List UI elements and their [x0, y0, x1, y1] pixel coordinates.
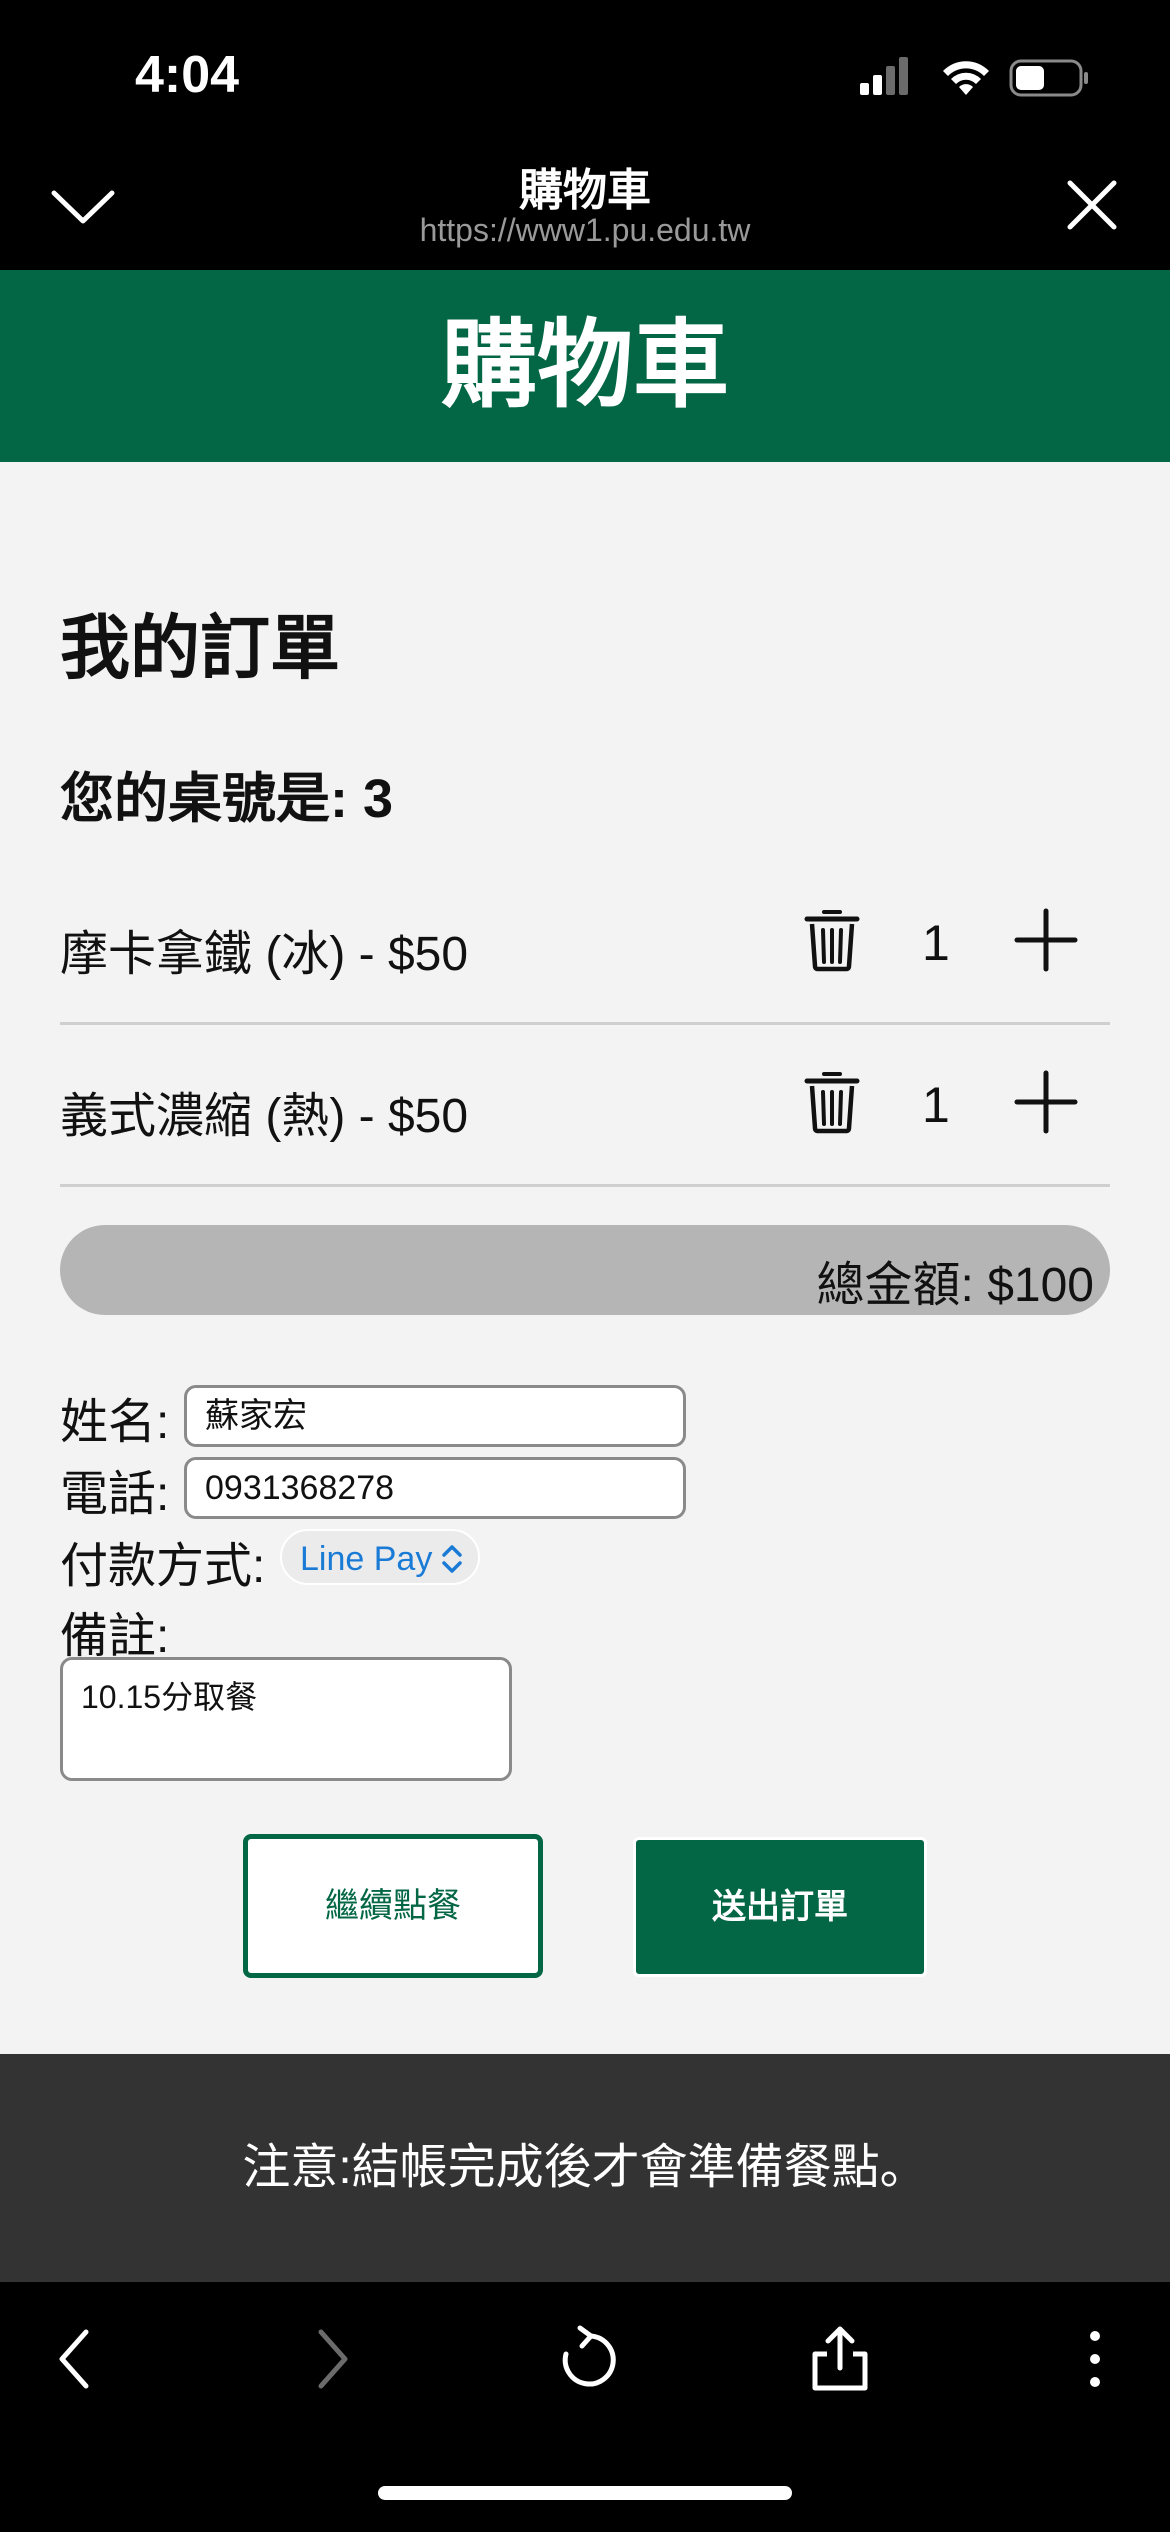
notes-label: 備註: [60, 1610, 170, 1663]
more-options-button[interactable] [1060, 2324, 1130, 2394]
payment-select[interactable]: Line Pay [280, 1529, 480, 1585]
close-button[interactable] [1062, 175, 1122, 235]
plus-icon [1014, 1070, 1078, 1134]
plus-icon [1014, 908, 1078, 972]
item-quantity: 1 [922, 915, 950, 971]
banner-title: 購物車 [441, 312, 729, 419]
total-bar: 總金額: $100 [60, 1225, 1110, 1315]
browser-header: 購物車 https://www1.pu.edu.tw [0, 150, 1170, 270]
more-vertical-icon [1090, 2331, 1100, 2387]
name-label: 姓名: [60, 1396, 170, 1449]
notice-text: 注意:結帳完成後才會準備餐點。 [242, 2141, 928, 2194]
home-indicator[interactable] [378, 2486, 792, 2500]
cart-item-row: 摩卡拿鐵 (冰) - $50 1 [60, 862, 1110, 1025]
orders-heading: 我的訂單 [60, 609, 340, 687]
table-number-label: 您的桌號是: 3 [60, 769, 394, 829]
notice-bar: 注意:結帳完成後才會準備餐點。 [0, 2054, 1170, 2282]
phone-input[interactable]: 0931368278 [184, 1457, 686, 1519]
reload-button[interactable] [550, 2324, 620, 2394]
battery-icon [1009, 59, 1088, 97]
payment-label: 付款方式: [60, 1540, 266, 1593]
remove-item-button[interactable] [802, 1068, 862, 1134]
forward-button[interactable] [295, 2324, 365, 2394]
status-bar: 4:04 [0, 0, 1170, 150]
trash-icon [804, 910, 860, 972]
increase-quantity-button[interactable] [1014, 908, 1078, 972]
increase-quantity-button[interactable] [1014, 1070, 1078, 1134]
page-banner: 購物車 [0, 270, 1170, 462]
cellular-signal-icon [860, 57, 908, 95]
status-time: 4:04 [135, 46, 240, 104]
chevron-left-icon [59, 2329, 89, 2389]
payment-selected-value: Line Pay [300, 1540, 433, 1578]
item-quantity: 1 [922, 1077, 950, 1133]
cart-item-name: 義式濃縮 (熱) - $50 [60, 1090, 469, 1143]
remove-item-button[interactable] [802, 906, 862, 972]
browser-page-title: 購物車 [519, 166, 651, 215]
back-button[interactable] [42, 2324, 112, 2394]
browser-url: https://www1.pu.edu.tw [419, 212, 751, 248]
cart-item-name: 摩卡拿鐵 (冰) - $50 [60, 928, 469, 981]
status-icons [860, 55, 1090, 101]
notes-textarea[interactable]: 10.15分取餐 [60, 1657, 512, 1781]
chevron-right-icon [318, 2329, 348, 2389]
wifi-icon [943, 61, 989, 95]
share-icon [812, 2326, 868, 2391]
name-input[interactable]: 蘇家宏 [184, 1385, 686, 1447]
trash-icon [804, 1072, 860, 1134]
total-amount: 總金額: $100 [816, 1259, 1094, 1312]
cart-item-row: 義式濃縮 (熱) - $50 1 [60, 1024, 1110, 1187]
phone-label: 電話: [60, 1468, 170, 1521]
main-content: 我的訂單 您的桌號是: 3 摩卡拿鐵 (冰) - $50 1 義式濃縮 (熱) … [0, 462, 1170, 2054]
reload-icon [562, 2325, 616, 2387]
close-icon [1067, 180, 1117, 230]
select-updown-icon [442, 1545, 462, 1573]
continue-ordering-button[interactable]: 繼續點餐 [243, 1834, 543, 1978]
submit-order-button[interactable]: 送出訂單 [633, 1837, 927, 1977]
share-button[interactable] [805, 2324, 875, 2394]
